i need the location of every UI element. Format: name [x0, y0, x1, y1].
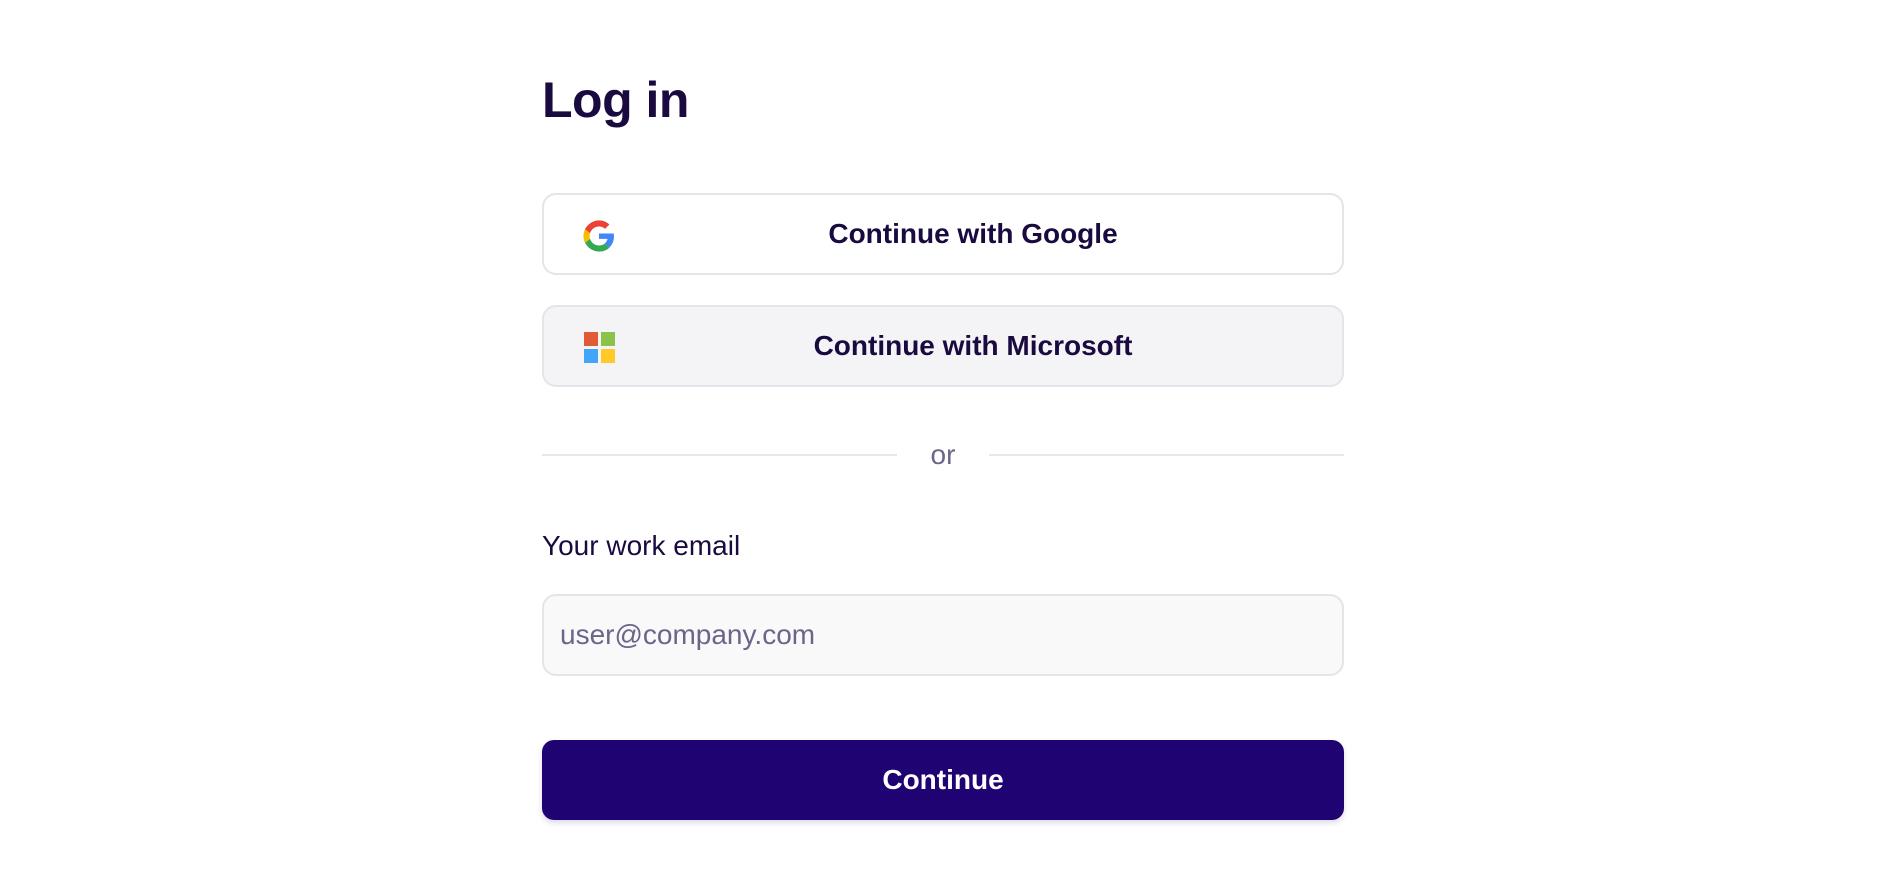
continue-button[interactable]: Continue: [542, 740, 1344, 820]
continue-with-microsoft-button[interactable]: Continue with Microsoft: [542, 305, 1344, 387]
microsoft-icon: [584, 332, 615, 363]
email-field[interactable]: [542, 594, 1344, 676]
page-title: Log in: [542, 72, 689, 128]
divider-line-right: [989, 454, 1344, 456]
or-divider: or: [542, 439, 1344, 470]
divider-text: or: [930, 439, 956, 470]
divider-line-left: [542, 454, 897, 456]
email-label: Your work email: [542, 530, 741, 561]
google-icon: [582, 219, 616, 253]
microsoft-button-label: Continue with Microsoft: [813, 330, 1133, 361]
continue-with-google-button[interactable]: Continue with Google: [542, 193, 1344, 275]
google-button-label: Continue with Google: [828, 218, 1118, 249]
